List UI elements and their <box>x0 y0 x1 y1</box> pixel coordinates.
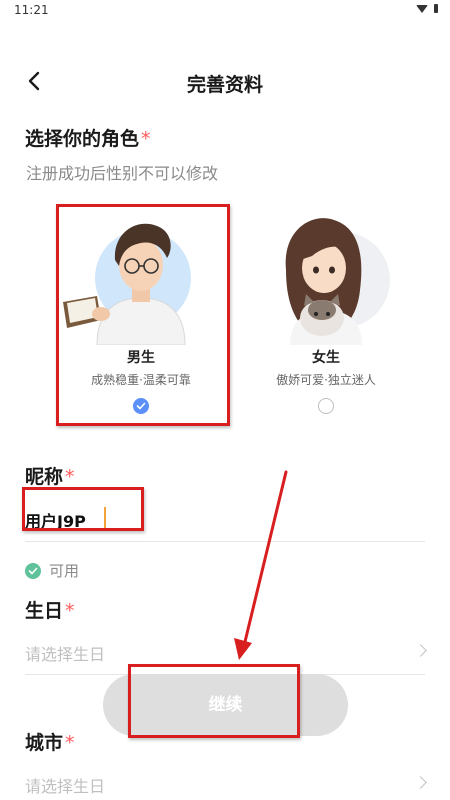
role-option-female[interactable]: 女生 傲娇可爱·独立迷人 <box>242 210 410 420</box>
check-circle-icon <box>25 562 41 579</box>
status-time: 11:21 <box>14 3 49 17</box>
availability-text: 可用 <box>49 562 80 580</box>
female-avatar-illustration <box>285 218 362 345</box>
nickname-label: 昵称 * <box>25 466 75 488</box>
required-mark: * <box>65 466 75 488</box>
required-mark: * <box>65 600 75 622</box>
radio-female-unselected[interactable] <box>318 398 334 414</box>
birthday-picker[interactable]: 请选择生日 <box>25 641 105 665</box>
annotation-box-continue <box>128 664 300 738</box>
status-icons <box>416 4 438 13</box>
chevron-right-icon <box>414 644 427 657</box>
role-female-desc: 傲娇可爱·独立迷人 <box>276 373 376 387</box>
role-female-label: 女生 <box>312 350 340 366</box>
city-picker[interactable]: 请选择生日 <box>25 773 105 797</box>
nickname-divider <box>25 541 425 542</box>
page-title: 完善资料 <box>186 74 263 96</box>
chevron-right-icon <box>414 776 427 789</box>
role-heading: 选择你的角色 * <box>25 128 151 150</box>
required-mark: * <box>141 128 151 150</box>
city-label: 城市 * <box>25 732 75 754</box>
annotation-box-male-card <box>56 204 230 426</box>
role-subtitle: 注册成功后性别不可以修改 <box>26 164 219 183</box>
chevron-left-icon <box>28 71 40 91</box>
wifi-icon <box>416 4 428 13</box>
nickname-availability: 可用 <box>25 560 79 581</box>
battery-icon <box>434 4 438 13</box>
required-mark: * <box>65 732 75 754</box>
birthday-label: 生日 * <box>25 600 75 622</box>
annotation-box-nickname <box>22 487 144 531</box>
back-button[interactable] <box>24 70 46 92</box>
